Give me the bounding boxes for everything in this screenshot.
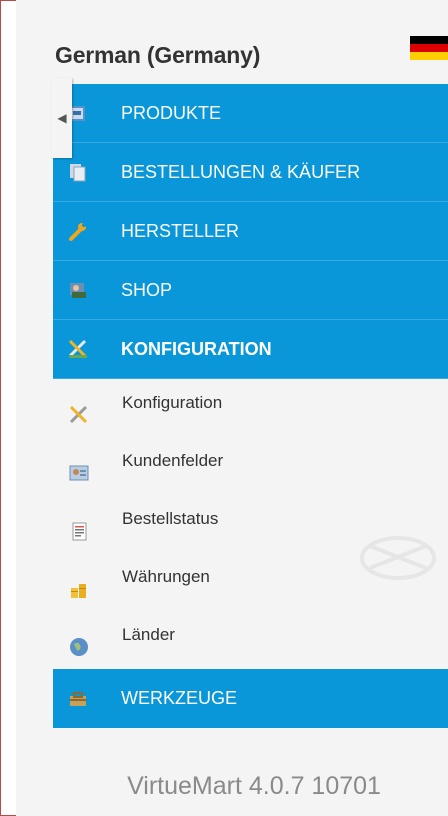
- toolbox-icon: [65, 686, 91, 712]
- submenu-item-kundenfelder[interactable]: Kundenfelder: [53, 437, 448, 495]
- menu-item-label: KONFIGURATION: [121, 338, 272, 359]
- watermark-logo: [360, 536, 436, 580]
- menu-item-hersteller[interactable]: HERSTELLER: [53, 202, 448, 261]
- menu-item-shop[interactable]: SHOP: [53, 261, 448, 320]
- menu-item-werkzeuge[interactable]: WERKZEUGE: [53, 669, 448, 728]
- config-icon: [65, 336, 91, 362]
- customer-fields-icon: [67, 461, 91, 485]
- submenu-item-label: Kundenfelder: [122, 451, 224, 470]
- submenu-item-label: Währungen: [122, 567, 210, 586]
- wrench-icon: [65, 218, 91, 244]
- config-tools-icon: [67, 403, 91, 427]
- menu-item-produkte[interactable]: PRODUKTE: [53, 84, 448, 143]
- submenu-item-laender[interactable]: Länder: [53, 611, 448, 669]
- menu-item-bestellungen[interactable]: BESTELLUNGEN & KÄUFER: [53, 143, 448, 202]
- submenu-item-konfiguration[interactable]: Konfiguration: [53, 379, 448, 437]
- version-footer: VirtueMart 4.0.7 10701: [127, 772, 381, 800]
- menu-item-label: PRODUKTE: [121, 102, 222, 123]
- menu-item-label: HERSTELLER: [121, 220, 240, 241]
- sidebar-menu: PRODUKTE BESTELLUNGEN & KÄUFER HERSTELLE…: [53, 84, 448, 728]
- orders-icon: [65, 159, 91, 185]
- globe-icon: [67, 635, 91, 659]
- shop-icon: [65, 277, 91, 303]
- coins-icon: [67, 577, 91, 601]
- menu-item-label: BESTELLUNGEN & KÄUFER: [121, 161, 361, 182]
- submenu-item-label: Bestellstatus: [122, 509, 219, 528]
- german-flag-icon[interactable]: [410, 36, 448, 60]
- menu-item-label: SHOP: [121, 279, 173, 300]
- order-status-icon: [67, 519, 91, 543]
- submenu-list: Konfiguration Kundenfelder Bestellstatus…: [53, 379, 448, 669]
- submenu-item-label: Konfiguration: [122, 393, 223, 412]
- menu-item-label: WERKZEUGE: [121, 688, 238, 708]
- chevron-left-icon: ◀: [57, 111, 67, 125]
- submenu-item-label: Länder: [122, 625, 175, 644]
- collapse-sidebar-button[interactable]: ◀: [52, 78, 72, 158]
- menu-item-konfiguration[interactable]: KONFIGURATION: [53, 320, 448, 379]
- language-title: German (Germany): [55, 42, 261, 68]
